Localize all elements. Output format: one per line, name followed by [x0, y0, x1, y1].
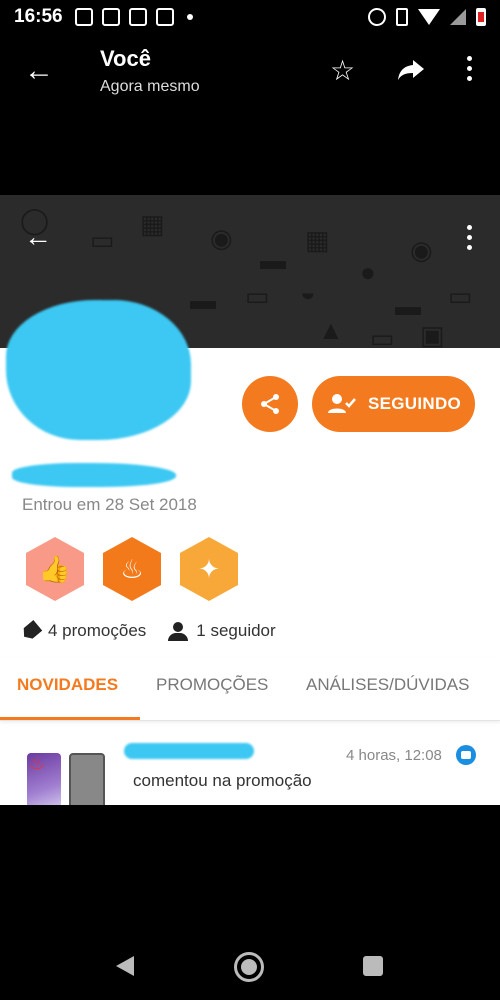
promotions-count: 4 promoções	[48, 621, 147, 640]
person-check-icon	[328, 394, 356, 413]
pattern-money-icon: ▬	[260, 245, 286, 275]
profile-screenshot: ◯ ▭ ▦ ◉ ▬ ◒ ● ▬ ▭ ▦ ◒ ● ▬ ◉ ▭ ▲ ▣ ▭ ← SE…	[0, 195, 500, 805]
avatar-redacted	[6, 300, 191, 440]
thumbs-up-badge[interactable]: 👍	[26, 537, 84, 601]
alarm-icon	[368, 8, 386, 26]
vibrate-icon	[396, 8, 408, 26]
system-nav-bar	[0, 930, 500, 1000]
following-button[interactable]: SEGUINDO	[312, 376, 475, 432]
comment-icon	[456, 745, 476, 765]
tag-icon	[20, 620, 43, 642]
following-label: SEGUINDO	[368, 394, 462, 413]
product-thumbnail: ♨	[27, 753, 107, 805]
flame-icon: ♨	[120, 553, 144, 584]
header-title: Você	[100, 46, 151, 71]
cover-back-arrow-icon[interactable]: ←	[24, 223, 52, 251]
joined-date: Entrou em 28 Set 2018	[22, 495, 197, 514]
status-time: 16:56	[14, 6, 63, 27]
pattern-money-icon-2: ▬	[190, 285, 216, 315]
nav-back-icon[interactable]	[116, 956, 134, 976]
thumbs-up-icon: 👍	[38, 553, 72, 584]
feed-time: 4 horas, 12:08	[346, 747, 442, 764]
profile-tabs: NOVIDADES PROMOÇÕES ANÁLISES/DÚVIDAS	[0, 657, 500, 721]
feed-username-redacted	[124, 743, 254, 759]
pattern-bag-icon-2: ◒	[300, 277, 316, 307]
pattern-camera-icon: ◉	[210, 223, 233, 253]
more-vert-icon[interactable]	[458, 56, 480, 86]
system-icons	[368, 8, 486, 26]
pattern-laptop-icon: ▭	[90, 225, 115, 255]
phone-back-image	[69, 753, 105, 805]
back-arrow-icon[interactable]: ←	[24, 56, 54, 86]
signal-icon	[450, 9, 466, 25]
active-tab-indicator	[0, 717, 140, 720]
notification-shopping-icon	[155, 8, 174, 26]
promotions-stat[interactable]: 4 promoções	[22, 621, 146, 641]
share-nodes-icon	[261, 394, 279, 414]
pattern-dress-icon: ▲	[318, 315, 344, 345]
pattern-monitor-icon: ▭	[245, 281, 270, 311]
feed-item[interactable]: ♨ 4 horas, 12:08 comentou na promoção	[0, 725, 500, 805]
pattern-tv-icon: ▭	[370, 323, 395, 348]
pattern-mouse-icon-2: ●	[360, 257, 376, 287]
username-redacted	[12, 463, 176, 487]
wifi-icon	[418, 9, 440, 25]
header-subtitle: Agora mesmo	[100, 78, 200, 95]
nav-home-icon[interactable]	[234, 952, 264, 982]
notification-instagram-icon	[101, 8, 120, 26]
tab-novidades[interactable]: NOVIDADES	[17, 675, 118, 695]
notification-icons	[74, 8, 193, 26]
followers-count: 1 seguidor	[196, 621, 276, 640]
pattern-camera-icon-2: ◉	[410, 235, 433, 265]
feed-text: comentou na promoção	[133, 771, 312, 790]
pattern-monitor-icon-2: ▭	[448, 281, 473, 311]
tab-promocoes[interactable]: PROMOÇÕES	[156, 675, 268, 695]
profile-share-button[interactable]	[242, 376, 298, 432]
cover-more-vert-icon[interactable]	[462, 225, 476, 255]
share-icon[interactable]	[396, 54, 426, 84]
pattern-clapper-icon: ▦	[140, 209, 165, 239]
app-header: ← Você Agora mesmo ☆	[0, 34, 500, 110]
notification-app-icon	[128, 8, 147, 26]
tab-analises-duvidas[interactable]: ANÁLISES/DÚVIDAS	[306, 675, 469, 695]
flame-badge[interactable]: ♨	[103, 537, 161, 601]
person-icon	[168, 622, 189, 641]
status-bar: 16:56	[0, 0, 500, 34]
notification-message-icon	[74, 8, 93, 26]
battery-icon	[476, 8, 486, 26]
pattern-gamepad-icon: ▣	[420, 320, 445, 348]
pattern-money-icon-3: ▬	[395, 291, 421, 321]
star-icon[interactable]: ☆	[330, 54, 355, 87]
followers-stat[interactable]: 1 seguidor	[168, 621, 276, 641]
torch-badge[interactable]: ✦	[180, 537, 238, 601]
torch-icon: ✦	[198, 553, 220, 584]
badges-row: 👍 ♨ ✦	[26, 537, 238, 601]
nav-recents-icon[interactable]	[363, 956, 383, 976]
more-notifications-dot-icon	[186, 14, 193, 20]
profile-stats: 4 promoções 1 seguidor	[22, 621, 276, 641]
pattern-clapper-icon-2: ▦	[305, 225, 330, 255]
hot-flame-icon: ♨	[29, 753, 46, 773]
